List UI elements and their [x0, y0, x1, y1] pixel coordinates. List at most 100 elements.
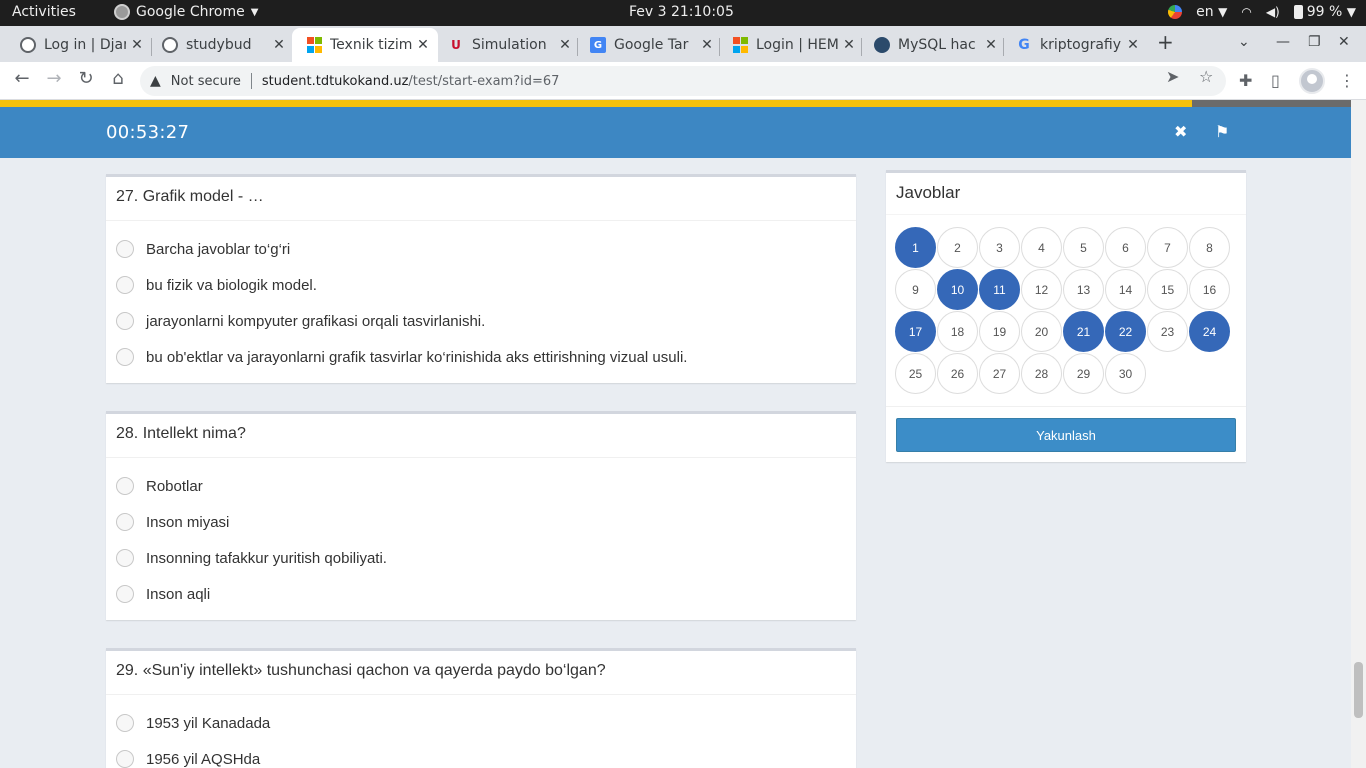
question-number-8[interactable]: 8	[1189, 227, 1230, 268]
question-number-15[interactable]: 15	[1147, 269, 1188, 310]
question-number-9[interactable]: 9	[895, 269, 936, 310]
question-number-4[interactable]: 4	[1021, 227, 1062, 268]
tab-kriptografiya[interactable]: G kriptografiy ✕	[1002, 28, 1148, 62]
tab-mysql[interactable]: MySQL hac ✕	[860, 28, 1006, 62]
question-number-20[interactable]: 20	[1021, 311, 1062, 352]
radio-button[interactable]	[116, 549, 134, 567]
answer-option[interactable]: Insonning tafakkur yuritish qobiliyati.	[116, 540, 856, 576]
question-number-29[interactable]: 29	[1063, 353, 1104, 394]
radio-button[interactable]	[116, 750, 134, 768]
question-number-23[interactable]: 23	[1147, 311, 1188, 352]
question-number-6[interactable]: 6	[1105, 227, 1146, 268]
question-number-11[interactable]: 11	[979, 269, 1020, 310]
question-number-28[interactable]: 28	[1021, 353, 1062, 394]
answer-option[interactable]: bu ob'ektlar va jarayonlarni grafik tasv…	[116, 339, 856, 375]
tab-studybud[interactable]: studybud ✕	[148, 28, 294, 62]
side-panel-icon[interactable]: ▯	[1271, 71, 1280, 90]
system-tray[interactable]: en ▼ ◠ ◀) 99 % ▼	[1168, 4, 1356, 20]
scrollbar-thumb[interactable]	[1354, 662, 1363, 718]
activities-button[interactable]: Activities	[12, 4, 76, 20]
question-number-2[interactable]: 2	[937, 227, 978, 268]
radio-button[interactable]	[116, 312, 134, 330]
close-icon[interactable]: ✕	[842, 37, 856, 53]
radio-button[interactable]	[116, 348, 134, 366]
bookmark-star-icon[interactable]: ☆	[1199, 67, 1213, 86]
question-number-27[interactable]: 27	[979, 353, 1020, 394]
question-number-1[interactable]: 1	[895, 227, 936, 268]
question-number-16[interactable]: 16	[1189, 269, 1230, 310]
question-number-18[interactable]: 18	[937, 311, 978, 352]
warning-icon[interactable]: ▲	[150, 73, 161, 89]
question-number-25[interactable]: 25	[895, 353, 936, 394]
tab-django-login[interactable]: Log in | Djan ✕	[6, 28, 152, 62]
reload-icon[interactable]: ↻	[74, 68, 98, 89]
url-path: /test/start-exam?id=67	[408, 73, 560, 89]
question-number-24[interactable]: 24	[1189, 311, 1230, 352]
radio-button[interactable]	[116, 714, 134, 732]
answer-option[interactable]: jarayonlarni kompyuter grafikasi orqali …	[116, 303, 856, 339]
question-number-26[interactable]: 26	[937, 353, 978, 394]
question-number-22[interactable]: 22	[1105, 311, 1146, 352]
tab-texnik-tizim[interactable]: Texnik tizim ✕	[292, 28, 438, 62]
language-indicator[interactable]: en ▼	[1196, 4, 1227, 20]
question-number-13[interactable]: 13	[1063, 269, 1104, 310]
question-number-7[interactable]: 7	[1147, 227, 1188, 268]
option-label: Barcha javoblar to‘g‘ri	[146, 240, 291, 258]
forward-arrow-icon[interactable]: →	[42, 68, 66, 89]
app-menu[interactable]: Google Chrome ▼	[114, 4, 258, 20]
minimize-button[interactable]: —	[1276, 34, 1290, 50]
profile-avatar[interactable]	[1299, 68, 1325, 94]
flag-icon[interactable]: ⚑	[1215, 122, 1229, 141]
question-number-17[interactable]: 17	[895, 311, 936, 352]
question-number-14[interactable]: 14	[1105, 269, 1146, 310]
close-icon[interactable]: ✕	[984, 37, 998, 53]
security-label[interactable]: Not secure	[171, 74, 241, 89]
tab-search-chevron-icon[interactable]: ⌄	[1238, 34, 1250, 50]
finish-exam-button[interactable]: Yakunlash	[896, 418, 1236, 452]
close-icon[interactable]: ✕	[272, 37, 286, 53]
back-arrow-icon[interactable]: ←	[10, 68, 34, 89]
close-icon[interactable]: ✕	[130, 37, 144, 53]
url-host: student.tdtukokand.uz	[261, 73, 409, 89]
close-icon[interactable]: ✕	[1126, 37, 1140, 53]
radio-button[interactable]	[116, 513, 134, 531]
answer-option[interactable]: Inson miyasi	[116, 504, 856, 540]
close-icon[interactable]: ✕	[416, 37, 430, 53]
clock[interactable]: Fev 3 21:10:05	[629, 4, 734, 20]
extensions-icon[interactable]: ✚	[1239, 71, 1252, 90]
uh-logo-icon: U	[451, 38, 461, 52]
answer-option[interactable]: 1953 yil Kanadada	[116, 705, 856, 741]
maximize-button[interactable]: ❐	[1308, 34, 1321, 50]
answer-option[interactable]: Barcha javoblar to‘g‘ri	[116, 231, 856, 267]
question-number-19[interactable]: 19	[979, 311, 1020, 352]
question-number-30[interactable]: 30	[1105, 353, 1146, 394]
radio-button[interactable]	[116, 585, 134, 603]
radio-button[interactable]	[116, 477, 134, 495]
tab-simulation[interactable]: U Simulation ✕	[434, 28, 580, 62]
question-number-5[interactable]: 5	[1063, 227, 1104, 268]
home-icon[interactable]: ⌂	[106, 68, 130, 89]
menu-kebab-icon[interactable]: ⋮	[1339, 71, 1355, 90]
address-bar[interactable]: ▲ Not secure student.tdtukokand.uz/test/…	[140, 66, 1226, 96]
question-number-10[interactable]: 10	[937, 269, 978, 310]
question-number-3[interactable]: 3	[979, 227, 1020, 268]
question-number-21[interactable]: 21	[1063, 311, 1104, 352]
tab-google-translate[interactable]: G Google Tar ✕	[576, 28, 722, 62]
close-exam-icon[interactable]: ✖	[1174, 122, 1187, 141]
answer-option[interactable]: bu fizik va biologik model.	[116, 267, 856, 303]
answer-option[interactable]: 1956 yil AQSHda	[116, 741, 856, 768]
answer-option[interactable]: Robotlar	[116, 468, 856, 504]
new-tab-button[interactable]: +	[1157, 30, 1174, 54]
share-icon[interactable]: ➤	[1166, 67, 1179, 86]
radio-button[interactable]	[116, 276, 134, 294]
answer-option[interactable]: Inson aqli	[116, 576, 856, 612]
option-label: bu fizik va biologik model.	[146, 276, 317, 294]
question-title: 29. «Sun'iy intellekt» tushunchasi qacho…	[106, 651, 856, 695]
tab-login-hemis[interactable]: Login | HEM ✕	[718, 28, 864, 62]
chrome-notification-icon[interactable]	[1168, 5, 1183, 19]
close-icon[interactable]: ✕	[700, 37, 714, 53]
question-number-12[interactable]: 12	[1021, 269, 1062, 310]
close-icon[interactable]: ✕	[558, 37, 572, 53]
window-close-button[interactable]: ✕	[1338, 34, 1350, 50]
radio-button[interactable]	[116, 240, 134, 258]
